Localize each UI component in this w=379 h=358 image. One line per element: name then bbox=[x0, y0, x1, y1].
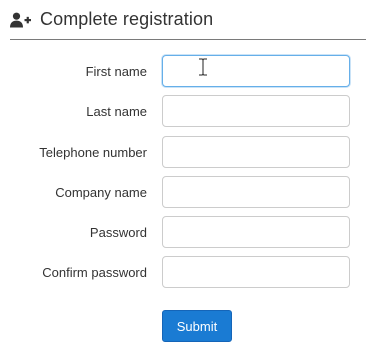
company-name-label: Company name bbox=[55, 185, 147, 200]
telephone-input[interactable] bbox=[162, 136, 350, 168]
company-name-row: Company name bbox=[0, 176, 379, 210]
password-label: Password bbox=[89, 225, 147, 240]
first-name-input[interactable] bbox=[162, 55, 350, 87]
company-name-input[interactable] bbox=[162, 176, 350, 208]
confirm-password-label: Confirm password bbox=[42, 265, 147, 280]
last-name-input[interactable] bbox=[162, 95, 350, 127]
first-name-row: First name bbox=[0, 55, 379, 89]
first-name-label: First name bbox=[85, 64, 147, 79]
confirm-password-input[interactable] bbox=[162, 256, 350, 288]
password-input[interactable] bbox=[162, 216, 350, 248]
last-name-row: Last name bbox=[0, 95, 379, 129]
page-title: Complete registration bbox=[40, 9, 214, 29]
telephone-label: Telephone number bbox=[39, 145, 147, 160]
telephone-row: Telephone number bbox=[0, 136, 379, 170]
password-row: Password bbox=[0, 216, 379, 250]
add-user-icon bbox=[10, 12, 32, 28]
text-cursor-icon bbox=[198, 58, 208, 76]
submit-button[interactable]: Submit bbox=[162, 310, 232, 342]
last-name-label: Last name bbox=[86, 104, 147, 119]
confirm-password-row: Confirm password bbox=[0, 256, 379, 290]
page-header: Complete registration bbox=[10, 0, 366, 40]
